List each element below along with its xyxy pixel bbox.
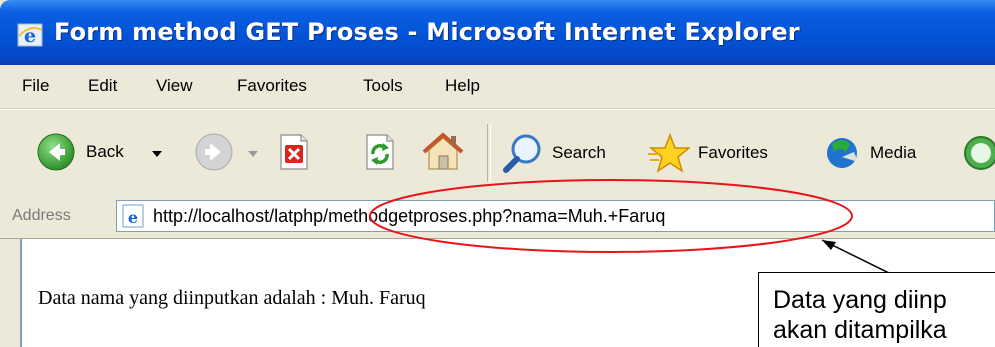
home-button[interactable]	[420, 130, 466, 172]
media-icon	[827, 138, 858, 168]
address-input[interactable]: e http://localhost/latphp/methodgetprose…	[116, 200, 995, 232]
standard-toolbar: Back Search Favorites Media	[0, 109, 995, 197]
toolbar-separator	[487, 124, 491, 182]
browser-window: e Form method GET Proses - Microsoft Int…	[0, 0, 995, 347]
result-text: Data nama yang diinputkan adalah : Muh. …	[38, 287, 426, 309]
svg-text:e: e	[128, 208, 138, 227]
forward-arrow-icon	[195, 133, 233, 171]
address-bar: Address e http://localhost/latphp/method…	[0, 196, 995, 239]
back-label: Back	[86, 142, 124, 161]
search-button[interactable]: Search	[502, 132, 606, 174]
home-icon	[422, 132, 464, 170]
callout-line-1: Data yang diinp	[773, 286, 947, 314]
history-icon	[964, 136, 995, 170]
menu-help[interactable]: Help	[445, 76, 480, 96]
forward-dropdown[interactable]	[248, 151, 258, 157]
window-title: Form method GET Proses - Microsoft Inter…	[54, 18, 800, 46]
favorites-button[interactable]: Favorites	[646, 132, 768, 174]
address-label: Address	[12, 207, 71, 224]
content-frame-edge	[0, 239, 22, 347]
chevron-down-icon	[248, 151, 258, 157]
menu-tools[interactable]: Tools	[363, 76, 403, 96]
media-label: Media	[870, 143, 917, 162]
back-dropdown[interactable]	[152, 151, 162, 157]
favorites-star-icon	[648, 132, 690, 173]
chevron-down-icon	[152, 151, 162, 157]
forward-button[interactable]	[194, 132, 234, 172]
menu-view[interactable]: View	[156, 76, 193, 96]
back-button[interactable]: Back	[36, 132, 124, 172]
search-label: Search	[552, 143, 606, 162]
callout-text: Data yang diinp akan ditampilka	[773, 285, 947, 345]
stop-icon	[280, 134, 308, 170]
ie-logo-icon: e	[17, 23, 43, 47]
menu-bar: File Edit View Favorites Tools Help	[0, 65, 995, 109]
callout-line-2: akan ditampilka	[773, 316, 947, 344]
menu-favorites[interactable]: Favorites	[237, 76, 307, 96]
search-magnifier-icon	[503, 134, 541, 173]
refresh-button[interactable]	[362, 132, 398, 172]
media-button[interactable]: Media	[820, 132, 916, 174]
menu-file[interactable]: File	[22, 76, 49, 96]
address-url: http://localhost/latphp/methodgetproses.…	[153, 206, 666, 226]
favorites-label: Favorites	[698, 143, 768, 162]
page-favicon-icon: e	[122, 204, 144, 228]
menu-edit[interactable]: Edit	[88, 76, 117, 96]
annotation-callout: Data yang diinp akan ditampilka	[758, 272, 995, 347]
refresh-icon	[366, 134, 394, 170]
history-button[interactable]	[960, 132, 995, 174]
stop-button[interactable]	[276, 132, 312, 172]
back-arrow-icon	[37, 133, 75, 171]
title-bar: e Form method GET Proses - Microsoft Int…	[0, 0, 995, 65]
